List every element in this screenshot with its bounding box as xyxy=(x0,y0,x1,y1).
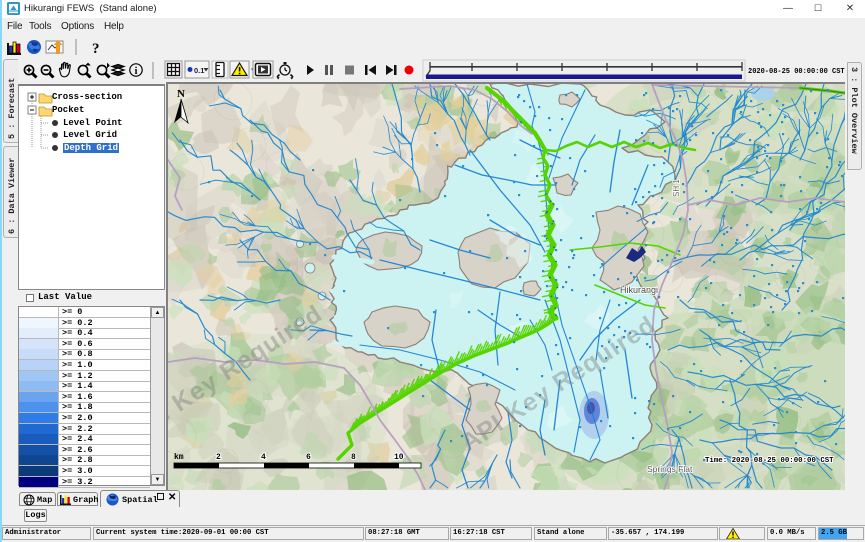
svg-text:0.1: 0.1 xyxy=(194,66,204,75)
svg-text:2020-08-25 00:00:00 CST: 2020-08-25 00:00:00 CST xyxy=(748,68,845,76)
svg-text:i: i xyxy=(135,66,138,77)
svg-text:N: N xyxy=(177,88,185,100)
svg-text:4: 4 xyxy=(261,453,266,462)
svg-text:Hikurangi: Hikurangi xyxy=(620,285,658,295)
svg-text:Springs Flat: Springs Flat xyxy=(647,464,693,474)
svg-text:SH 1: SH 1 xyxy=(672,179,681,197)
svg-text:10: 10 xyxy=(394,453,404,462)
svg-text:8: 8 xyxy=(351,453,356,462)
svg-text:Time: 2020-08-25 00:00:00 CST: Time: 2020-08-25 00:00:00 CST xyxy=(705,457,834,465)
svg-text:km: km xyxy=(174,453,184,462)
svg-text:6: 6 xyxy=(306,453,311,462)
svg-text:2: 2 xyxy=(216,453,221,462)
svg-text:?: ? xyxy=(92,41,100,57)
